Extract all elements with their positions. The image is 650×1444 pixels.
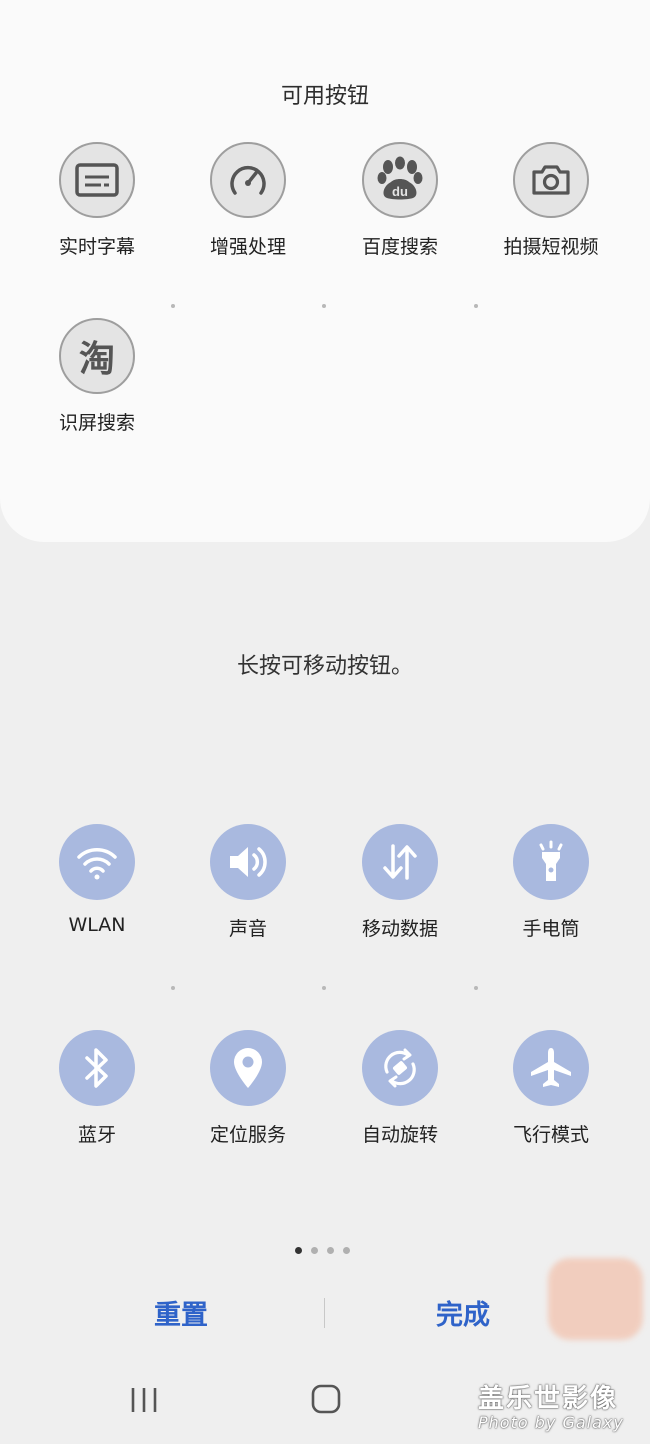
grid-dot (171, 986, 175, 990)
tile-live-caption[interactable]: 实时字幕 (27, 142, 167, 259)
flashlight-icon (513, 824, 589, 900)
auto-rotate-icon (362, 1030, 438, 1106)
gauge-icon (210, 142, 286, 218)
watermark-line2: Photo by Galaxy (478, 1413, 624, 1432)
available-buttons-title: 可用按钮 (280, 84, 369, 109)
grid-dot (474, 986, 478, 990)
home-icon[interactable] (311, 1384, 341, 1418)
svg-text:du: du (392, 184, 408, 199)
reset-button[interactable]: 重置 (154, 1293, 208, 1332)
tile-location[interactable]: 定位服务 (178, 1030, 318, 1147)
tile-label: 自动旋转 (361, 1124, 438, 1146)
page-dot-1[interactable] (295, 1247, 302, 1254)
tile-bluetooth[interactable]: 蓝牙 (27, 1030, 167, 1147)
tile-label: 百度搜索 (361, 236, 438, 258)
tile-label: 蓝牙 (77, 1124, 116, 1146)
tile-enhanced-processing[interactable]: 增强处理 (178, 142, 318, 259)
tile-label: 飞行模式 (512, 1124, 589, 1146)
tile-label: 识屏搜索 (58, 412, 135, 434)
bluetooth-icon (59, 1030, 135, 1106)
watermark-line1: 盖乐世影像 (478, 1384, 619, 1414)
mobile-data-icon (362, 824, 438, 900)
tile-label: WLAN (68, 914, 126, 936)
page-dot-3[interactable] (327, 1247, 334, 1254)
tile-label: 拍摄短视频 (503, 236, 599, 258)
tile-label: 实时字幕 (58, 236, 135, 258)
tile-airplane-mode[interactable]: 飞行模式 (481, 1030, 621, 1147)
available-buttons-panel: 可用按钮 实时字幕 增强处理 du 百度搜索 拍摄短视频 淘 识屏搜索 (0, 0, 650, 542)
sound-icon (210, 824, 286, 900)
tile-wlan[interactable]: WLAN (27, 824, 167, 936)
page-indicator (295, 1247, 350, 1254)
done-button[interactable]: 完成 (436, 1293, 490, 1332)
tile-flashlight[interactable]: 手电筒 (481, 824, 621, 941)
floating-overlay (548, 1258, 643, 1340)
grid-dot (322, 986, 326, 990)
taobao-icon: 淘 (59, 318, 135, 394)
airplane-icon (513, 1030, 589, 1106)
tile-label: 手电筒 (522, 918, 580, 940)
tile-label: 增强处理 (209, 236, 286, 258)
grid-dot (171, 304, 175, 308)
watermark: 盖乐世影像 Photo by Galaxy (478, 1378, 624, 1432)
tile-baidu-search[interactable]: du 百度搜索 (330, 142, 470, 259)
page-dot-2[interactable] (311, 1247, 318, 1254)
wifi-icon (59, 824, 135, 900)
baidu-paw-icon: du (362, 142, 438, 218)
tile-auto-rotate[interactable]: 自动旋转 (330, 1030, 470, 1147)
taobao-glyph: 淘 (78, 339, 115, 380)
tile-short-video[interactable]: 拍摄短视频 (481, 142, 621, 259)
tile-sound[interactable]: 声音 (178, 824, 318, 941)
action-divider (324, 1298, 325, 1328)
tile-label: 移动数据 (361, 918, 438, 940)
long-press-hint: 长按可移动按钮。 (236, 654, 413, 679)
tile-label: 定位服务 (209, 1124, 286, 1146)
grid-dot (474, 304, 478, 308)
grid-dot (322, 304, 326, 308)
tile-screen-search[interactable]: 淘 识屏搜索 (27, 318, 167, 435)
camera-icon (513, 142, 589, 218)
recent-apps-icon[interactable] (128, 1386, 160, 1418)
location-icon (210, 1030, 286, 1106)
tile-label: 声音 (228, 918, 267, 940)
caption-icon (59, 142, 135, 218)
page-dot-4[interactable] (343, 1247, 350, 1254)
tile-mobile-data[interactable]: 移动数据 (330, 824, 470, 941)
